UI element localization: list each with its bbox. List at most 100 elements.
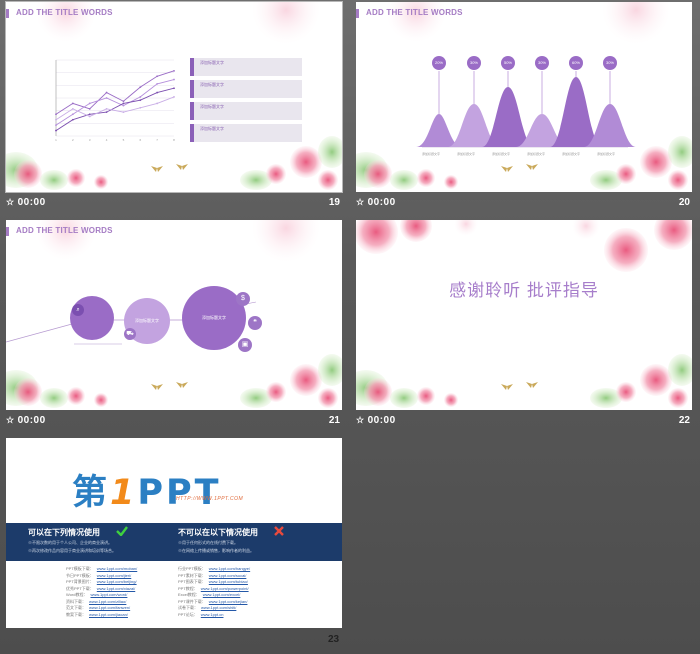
link-label: 优秀PPT下载： [66,585,94,591]
legend-item: 添加标题文字 [190,58,302,76]
link-row: PPT论坛： www.1ppt.cn [178,612,223,618]
link-label: PPT模板下载： [66,566,94,571]
link-row: PPT课件下载： www.1ppt.com/kejian/ [178,599,247,605]
data-point [173,96,175,98]
link-url[interactable]: www.1ppt.com/tubiao/ [209,579,248,584]
link-label: 行业PPT模板： [178,566,206,571]
link-url[interactable]: www.1ppt.com/xiazai/ [97,586,135,591]
link-label: 教案下载： [66,611,86,617]
data-point [156,102,159,105]
data-point [55,129,57,132]
percent-marker: 20% [432,56,446,70]
link-url[interactable]: www.1ppt.com/word/ [90,592,127,597]
brand-url: HTTP://WWW.1PPT.COM [176,496,244,502]
link-label: Excel教程： [178,592,200,597]
data-point [139,99,142,102]
slide-number: 20 [678,197,690,208]
link-url[interactable]: www.1ppt.com/sucai/ [209,573,247,578]
line-chart: 1 2 3 4 5 6 7 8 [55,59,175,142]
link-url[interactable]: www.1ppt.com/jieri/ [97,573,131,578]
slide-thumbnail-19[interactable]: ADD THE TITLE WORDS 1 2 3 4 5 6 7 8 添加标题文字 添加标题… [5,1,343,214]
link-url[interactable]: www.1ppt.com/hangye/ [209,566,250,571]
slide-timing: ☆ 00:00 [6,415,46,426]
data-point [122,111,125,114]
mountain-caption: 添加标题文字 [457,152,476,156]
data-point [71,102,74,105]
data-point [88,107,91,110]
link-url[interactable]: www.1ppt.com/beijing/ [97,579,137,584]
x-tick-label: 8 [173,138,175,142]
link-url[interactable]: www.1ppt.com/ziliao/ [89,599,126,604]
slide-number: 21 [328,415,340,426]
legend-item: 添加标题文字 [190,80,302,98]
x-tick-label: 2 [72,138,74,142]
data-point [173,69,175,72]
slide-canvas: ADD THE TITLE WORDS 20% 30% 50% 30% 60% … [356,2,692,192]
check-icon [116,526,128,536]
mountain-chart [416,71,636,148]
link-label: PPT图表下载： [178,579,206,584]
data-point [55,113,57,116]
slide-canvas: 第1PPT HTTP://WWW.1PPT.COM 可以在下列情况使用 不可以在… [6,438,342,628]
link-url[interactable]: www.1ppt.com/jiaoan/ [89,612,128,617]
data-point [173,78,175,81]
data-point [173,87,175,90]
link-url[interactable]: www.1ppt.cn [201,612,224,617]
data-point [139,106,142,109]
percent-marker: 30% [603,56,617,70]
slide-timing: ☆ 00:00 [356,197,396,208]
data-point [122,102,125,105]
link-url[interactable]: www.1ppt.com/moban/ [97,566,137,571]
mountain-caption: 添加标题文字 [562,152,581,156]
link-row: 优秀PPT下载： www.1ppt.com/xiazai/ [66,586,135,592]
link-row: PPT图表下载： www.1ppt.com/tubiao/ [178,579,248,585]
circle-connectors [6,301,257,345]
transition-star-icon: ☆ [356,415,365,425]
dollar-icon: $ [236,292,250,306]
slide-title: ADD THE TITLE WORDS [6,8,119,20]
slide-thumbnail-23[interactable]: 第1PPT HTTP://WWW.1PPT.COM 可以在下列情况使用 不可以在… [6,438,342,650]
link-label: PPT论坛： [178,611,198,617]
link-row: Excel教程： www.1ppt.com/excel/ [178,592,240,598]
data-point [55,118,57,121]
percent-marker: 30% [467,56,481,70]
link-row: PPT背景图片： www.1ppt.com/beijing/ [66,579,137,585]
slide-canvas: 感谢聆听 批评指导 [356,220,692,410]
usage-band: 可以在下列情况使用 不可以在以下情况使用 ※不限次数的用于个人公司、企业的商业演… [6,523,342,561]
link-label: PPT教程： [178,585,198,591]
link-label: 范文下载： [66,605,86,610]
chat-icon: ❝ [248,316,262,330]
search-icon: ⌕ [72,304,84,316]
link-label: 资料下载： [66,598,86,604]
slide-timing: ☆ 00:00 [356,415,396,426]
link-row: 试卷下载： www.1ppt.com/shiti/ [178,605,236,611]
transition-star-icon: ☆ [6,415,15,425]
data-point [156,82,159,85]
slide-thumbnail-22[interactable]: 感谢聆听 批评指导 ☆ 00:00 22 [356,220,692,432]
mountain-caption: 添加标题文字 [422,152,441,156]
rule-text: ※不限次数的用于个人公司、企业的商业演讲。 [28,540,112,545]
link-url[interactable]: www.1ppt.com/shiti/ [201,605,236,610]
cannot-use-title: 不可以在以下情况使用 [178,528,258,537]
data-point [139,86,142,89]
link-label: 节日PPT模板： [66,572,94,578]
flower-decoration [356,220,692,408]
link-row: PPT教程： www.1ppt.com/powerpoint/ [178,586,249,592]
legend-item: 添加标题文字 [190,102,302,120]
link-row: PPT模板下载： www.1ppt.com/moban/ [66,566,137,572]
slide-number: 19 [328,197,340,208]
link-row: 范文下载： www.1ppt.com/fanwen/ [66,605,130,611]
circle-small [70,296,114,340]
link-url[interactable]: www.1ppt.com/excel/ [203,592,241,597]
link-url[interactable]: www.1ppt.com/kejian/ [209,599,248,604]
slide-thumbnail-21[interactable]: ADD THE TITLE WORDS ⌕ 添加标题文字 ⛟ 添加标题文字 $ … [6,220,342,432]
link-url[interactable]: www.1ppt.com/fanwen/ [89,605,130,610]
percent-marker: 30% [535,56,549,70]
slide-number: 23 [328,634,340,645]
slide-canvas: ADD THE TITLE WORDS ⌕ 添加标题文字 ⛟ 添加标题文字 $ … [6,220,342,410]
x-tick-label: 6 [139,138,141,142]
transition-star-icon: ☆ [356,197,365,207]
data-point [88,113,91,116]
slide-thumbnail-20[interactable]: ADD THE TITLE WORDS 20% 30% 50% 30% 60% … [356,2,692,214]
link-url[interactable]: www.1ppt.com/powerpoint/ [201,586,249,591]
